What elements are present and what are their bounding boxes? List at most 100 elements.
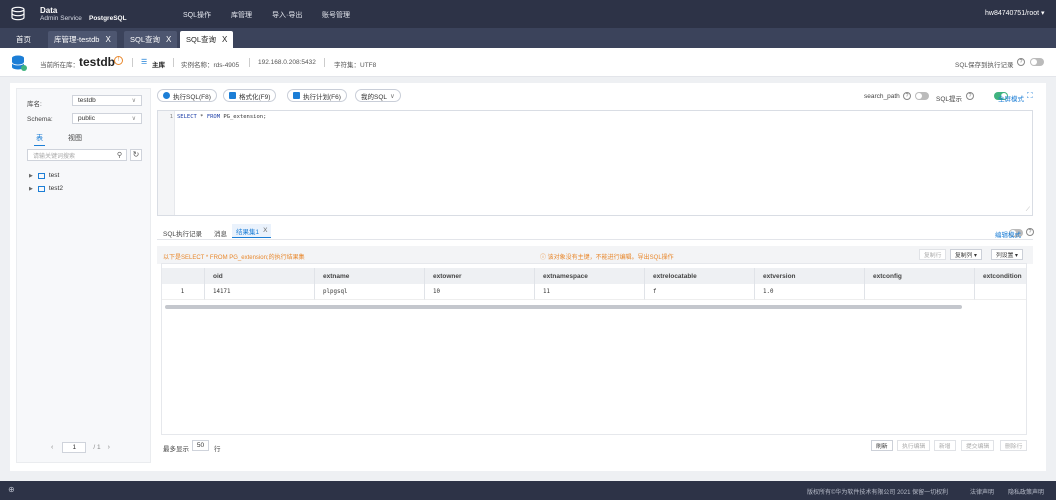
copyright-text: 版权所有©华为软件技术有限公司 2021 保留一切权利 [807, 490, 949, 496]
database-icon [11, 55, 27, 71]
search-icon[interactable]: ⚲ [117, 151, 122, 159]
refresh-icon[interactable]: ↻ [130, 149, 142, 161]
close-icon[interactable]: X [105, 35, 110, 44]
help-icon[interactable]: ? [966, 92, 974, 100]
chevron-down-icon: ∨ [131, 116, 136, 122]
table-cell[interactable]: 10 [425, 284, 535, 300]
my-sql-dropdown[interactable]: 我的SQL ∨ [355, 89, 401, 102]
copy-row-button[interactable]: 复制行 [919, 249, 947, 260]
help-icon[interactable]: ? [1017, 58, 1025, 66]
format-button[interactable]: 格式化(F9) [223, 89, 277, 102]
user-menu[interactable]: hw84740751/root ▾ [985, 9, 1045, 17]
role-label: 主库 [152, 62, 165, 69]
table-search-input[interactable]: 请输关键词搜索 ⚲ [27, 149, 127, 161]
tree-item-label: test2 [48, 185, 63, 192]
search-path-toggle[interactable] [915, 92, 929, 100]
expand-arrow-icon[interactable]: ▶ [29, 186, 33, 192]
tab-db-management[interactable]: 库管理-testdb X [48, 31, 117, 48]
privacy-link[interactable]: 隐私政策声明 [1008, 487, 1044, 496]
connection-info-bar: 当前所在库： testdb ! ☰ 主库 实例名称：rds-4905 192.1… [0, 48, 1056, 77]
max-rows-input[interactable]: 50 [192, 440, 209, 451]
table-icon [37, 172, 45, 179]
tab-label: SQL查询 [130, 35, 161, 44]
tab-views[interactable]: 视图 [68, 133, 82, 143]
brand-title: Data [40, 6, 58, 15]
execute-edit-button[interactable]: 执行编辑 [897, 440, 931, 451]
explain-plan-button[interactable]: 执行计划(F6) [287, 89, 347, 102]
play-icon [163, 92, 170, 99]
column-settings-dropdown[interactable]: 列设置 ▾ [991, 249, 1023, 260]
tab-sql-query-active[interactable]: SQL查询 X [180, 31, 234, 48]
grid-header-row: oid extname extowner extnamespace extrel… [161, 268, 1027, 284]
help-icon[interactable]: ? [1026, 228, 1034, 236]
fullscreen-icon[interactable]: ⛶ [1027, 91, 1033, 101]
tree-item[interactable]: ▶ test [29, 172, 59, 179]
tab-result-set-1[interactable]: 结果集1 X [232, 224, 272, 238]
format-icon [229, 92, 236, 99]
tab-messages[interactable]: 消息 [214, 228, 227, 238]
sql-editor[interactable]: 1 SELECT * FROM PG_extension; ⟋ [157, 110, 1033, 216]
menu-db-management[interactable]: 库管理 [231, 10, 252, 20]
plan-icon [293, 92, 300, 99]
tree-item-label: test [48, 172, 60, 179]
prev-page-icon[interactable]: ‹ [51, 444, 53, 451]
resize-handle-icon[interactable]: ⟋ [1026, 207, 1030, 214]
tab-tables[interactable]: 表 [34, 133, 45, 146]
page-tabs: 首页 库管理-testdb X SQL查询 X SQL查询 X [0, 28, 1056, 48]
next-page-icon[interactable]: › [108, 444, 110, 451]
column-header[interactable]: extconfig [865, 268, 975, 284]
close-icon[interactable]: X [263, 227, 267, 234]
menu-import-export[interactable]: 导入·导出 [272, 10, 302, 20]
tab-sql-history[interactable]: SQL执行记录 [163, 228, 202, 238]
menu-sql-operations[interactable]: SQL操作 [183, 10, 211, 20]
column-header[interactable]: extversion [755, 268, 865, 284]
column-header[interactable]: extrelocatable [645, 268, 755, 284]
code-token: PG_extension; [220, 114, 267, 120]
add-row-button[interactable]: 新增 [934, 440, 956, 451]
sql-code-line[interactable]: SELECT * FROM PG_extension; [177, 114, 266, 120]
table-row[interactable]: 1 14171 plpgsql 10 11 f 1.0 [161, 284, 1027, 300]
result-summary: 以下是SELECT * FROM PG_extension;的执行结果集 [163, 255, 305, 261]
refresh-button[interactable]: 刷新 [871, 440, 893, 451]
close-icon[interactable]: X [166, 35, 171, 44]
info-icon[interactable]: ! [114, 56, 123, 65]
column-header[interactable]: extname [315, 268, 425, 284]
schema-select[interactable]: public ∨ [72, 113, 142, 124]
table-cell[interactable]: 14171 [205, 284, 315, 300]
tab-label: SQL查询 [186, 35, 217, 44]
table-cell[interactable]: f [645, 284, 755, 300]
run-sql-button[interactable]: 执行SQL(F8) [157, 89, 217, 102]
page-number-input[interactable]: 1 [62, 442, 87, 453]
legal-link[interactable]: 法律声明 [970, 487, 994, 496]
no-primary-key-warning: ⓘ 该对象没有主键，不能进行编辑。导出SQL操作 [540, 255, 674, 261]
help-icon[interactable]: ? [903, 92, 911, 100]
database-select[interactable]: testdb ∨ [72, 95, 142, 106]
tab-home[interactable]: 首页 [10, 31, 37, 48]
delete-row-button[interactable]: 删除行 [1000, 440, 1028, 451]
horizontal-scrollbar[interactable] [165, 305, 962, 309]
table-cell[interactable] [865, 284, 975, 300]
table-cell[interactable]: plpgsql [315, 284, 425, 300]
line-number: 1 [169, 114, 173, 120]
table-cell[interactable]: 1.0 [755, 284, 865, 300]
submit-edit-button[interactable]: 提交编辑 [961, 440, 995, 451]
row-index: 1 [161, 284, 205, 300]
copy-column-dropdown[interactable]: 复制列 ▾ [950, 249, 982, 260]
expand-arrow-icon[interactable]: ▶ [29, 173, 33, 179]
current-db-name: testdb [79, 55, 115, 69]
table-cell[interactable]: 11 [535, 284, 645, 300]
column-header[interactable]: extowner [425, 268, 535, 284]
menu-account-management[interactable]: 账号管理 [322, 10, 350, 20]
close-icon[interactable]: X [222, 35, 227, 44]
column-header[interactable]: extcondition [975, 268, 1027, 284]
column-header[interactable]: oid [205, 268, 315, 284]
keyword-select: SELECT [177, 114, 197, 120]
tab-sql-query-1[interactable]: SQL查询 X [124, 31, 178, 48]
tree-item[interactable]: ▶ test2 [29, 185, 63, 192]
fullscreen-link[interactable]: 全屏模式 [998, 93, 1024, 103]
top-navigation-bar: Data Admin Service PostgreSQL SQL操作 库管理 … [0, 0, 1056, 28]
globe-icon[interactable]: ⊕ [8, 485, 15, 494]
column-header[interactable]: extnamespace [535, 268, 645, 284]
table-cell[interactable] [975, 284, 1027, 300]
save-sql-toggle[interactable] [1030, 58, 1044, 66]
